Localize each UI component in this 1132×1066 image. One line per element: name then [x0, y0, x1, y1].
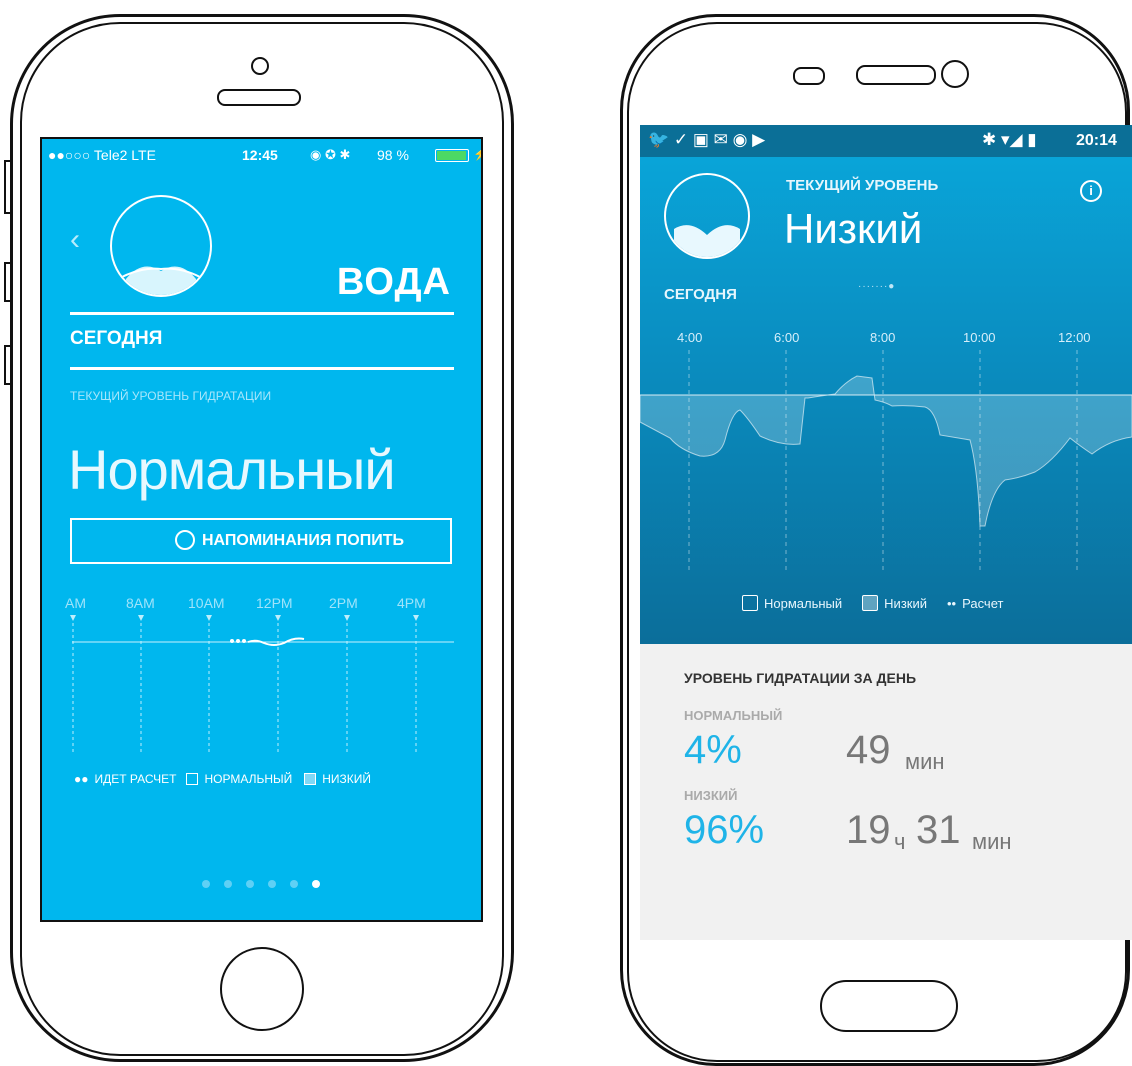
ios-clock: 12:45 — [242, 147, 278, 163]
ios-tick-marker — [344, 615, 350, 621]
normal-percent: 4% — [684, 728, 742, 772]
android-tick-label: 6:00 — [774, 330, 800, 345]
android-hydration-chart — [640, 350, 1132, 570]
legend-normal-label: НОРМАЛЬНЫЙ — [204, 772, 293, 786]
water-logo-icon — [110, 195, 212, 297]
hydration-caption: ТЕКУЩИЙ УРОВЕНЬ ГИДРАТАЦИИ — [70, 389, 272, 403]
ios-tick-marker — [138, 615, 144, 621]
android-camera-icon — [941, 60, 969, 88]
low-hours-number: 19 — [846, 808, 891, 852]
legend-normal-swatch — [186, 773, 199, 785]
legend-calc-dots-icon: ●● — [74, 772, 89, 786]
normal-label: НОРМАЛЬНЫЙ — [684, 708, 783, 723]
low-hours-unit: ч — [894, 829, 906, 854]
system-status-icons: ✱ ▾◢ ▮ — [982, 130, 1037, 149]
today-label[interactable]: СЕГОДНЯ — [664, 286, 737, 303]
legend-low-label: Низкий — [884, 595, 927, 611]
low-label: НИЗКИЙ — [684, 788, 738, 803]
drop-check-icon — [175, 530, 195, 550]
android-clock: 20:14 — [1076, 132, 1117, 149]
low-minutes-number: 31 — [916, 808, 961, 852]
android-sensor — [793, 67, 825, 85]
low-minutes-unit: мин — [972, 829, 1012, 854]
ios-tick-marker — [70, 615, 76, 621]
android-tick-label: 8:00 — [870, 330, 896, 345]
page-dots[interactable]: ·······● — [858, 281, 895, 292]
legend-calc-label: ИДЕТ РАСЧЕТ — [94, 772, 177, 786]
iphone-speaker — [217, 89, 301, 106]
iphone-mute-switch — [4, 160, 12, 214]
notification-icons: 🐦 ✓ ▣ ✉ ◉ ▶ — [648, 130, 766, 149]
reminder-button[interactable]: НАПОМИНАНИЯ ПОПИТЬ — [70, 518, 452, 564]
ios-status-icons: ◉ ✪ ✱ — [310, 147, 351, 162]
iphone-volume-up — [4, 262, 12, 302]
legend-calc-dots-icon: •• — [947, 595, 957, 611]
current-level-label: ТЕКУЩИЙ УРОВЕНЬ — [786, 177, 939, 194]
legend-low-swatch — [862, 595, 879, 611]
android-tick-label: 10:00 — [963, 330, 996, 345]
water-logo-icon — [664, 173, 750, 259]
android-hydration-area — [640, 375, 1132, 527]
page-dot[interactable] — [268, 880, 276, 888]
normal-time-unit: мин — [905, 749, 945, 774]
daily-summary-panel: УРОВЕНЬ ГИДРАТАЦИИ ЗА ДЕНЬ НОРМАЛЬНЫЙ 4%… — [640, 644, 1132, 940]
ios-legend: ●● ИДЕТ РАСЧЕТ НОРМАЛЬНЫЙ НИЗКИЙ — [74, 772, 371, 786]
android-home-button[interactable] — [820, 980, 958, 1032]
android-screen: 🐦 ✓ ▣ ✉ ◉ ▶ ✱ ▾◢ ▮ 20:14 ТЕКУЩИЙ УРОВЕНЬ… — [640, 125, 1132, 940]
ios-carrier: ●●○○○ Tele2 LTE — [48, 147, 156, 163]
android-status-bar: 🐦 ✓ ▣ ✉ ◉ ▶ ✱ ▾◢ ▮ 20:14 — [640, 125, 1132, 157]
ios-battery-icon — [435, 149, 469, 162]
low-percent: 96% — [684, 808, 765, 852]
android-tick-label: 4:00 — [677, 330, 703, 345]
iphone-home-button[interactable] — [220, 947, 304, 1031]
normal-time-number: 49 — [846, 728, 891, 772]
legend-normal-label: Нормальный — [764, 595, 843, 611]
ios-charging-icon: ⚡ — [473, 147, 481, 161]
page-dot-active[interactable] — [312, 880, 320, 888]
android-tick-label: 12:00 — [1058, 330, 1091, 345]
legend-low-label: НИЗКИЙ — [322, 772, 372, 786]
page-dot[interactable] — [246, 880, 254, 888]
back-chevron-icon[interactable]: ‹ — [70, 223, 80, 257]
ios-tick-marker — [206, 615, 212, 621]
ios-screen: ●●○○○ Tele2 LTE 12:45 ◉ ✪ ✱ 98 % ⚡ ‹ ВОД… — [40, 137, 483, 922]
ios-battery-percent: 98 % — [377, 147, 409, 163]
legend-calc-label: Расчет — [962, 595, 1004, 611]
ios-tick-marker — [275, 615, 281, 621]
ios-page-dots[interactable] — [202, 880, 320, 888]
page-dot[interactable] — [290, 880, 298, 888]
legend-low-swatch — [304, 773, 317, 785]
page-title: ВОДА — [336, 261, 451, 303]
android-legend: Нормальный Низкий •• Расчет — [742, 595, 1003, 611]
today-divider — [70, 367, 454, 370]
ios-hydration-chart — [70, 615, 454, 754]
summary-title: УРОВЕНЬ ГИДРАТАЦИИ ЗА ДЕНЬ — [684, 670, 917, 686]
page-dot[interactable] — [224, 880, 232, 888]
today-label[interactable]: СЕГОДНЯ — [70, 328, 162, 350]
hydration-level: Нормальный — [68, 438, 396, 501]
android-speaker — [856, 65, 936, 85]
iphone-camera-icon — [251, 57, 269, 75]
info-icon[interactable]: i — [1080, 180, 1102, 202]
title-divider — [70, 312, 454, 315]
reminder-button-label: НАПОМИНАНИЯ ПОПИТЬ — [202, 532, 404, 549]
iphone-volume-down — [4, 345, 12, 385]
ios-tick-marker — [413, 615, 419, 621]
current-level-value: Низкий — [784, 205, 923, 252]
page-dot[interactable] — [202, 880, 210, 888]
legend-normal-swatch — [742, 595, 758, 611]
